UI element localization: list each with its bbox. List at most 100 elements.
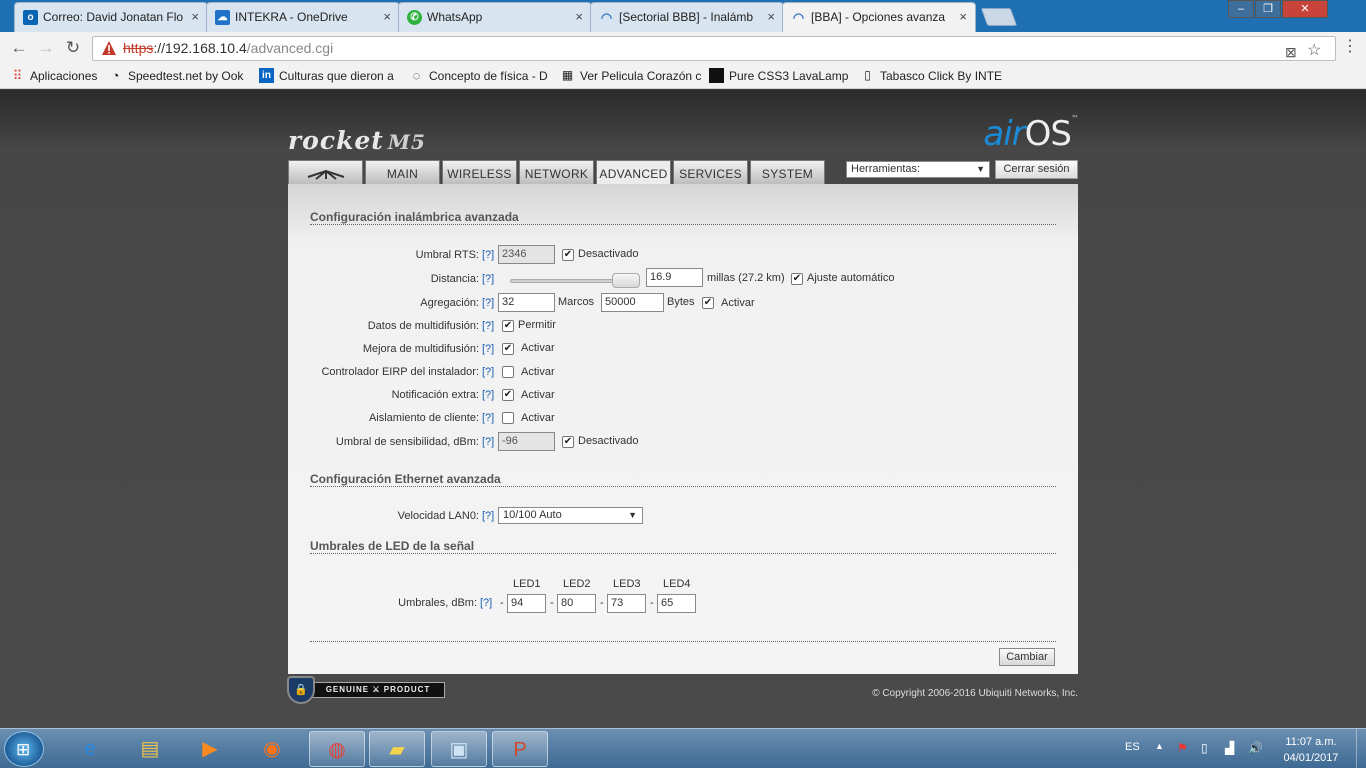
help-link[interactable]: [?]: [482, 436, 494, 448]
genuine-product-label: GENUINE ⚔ PRODUCT: [311, 682, 445, 698]
browser-tab-bba[interactable]: ◠ [BBA] - Opciones avanza ×: [782, 2, 976, 32]
bookmark-speedtest[interactable]: ◔ Speedtest.net by Ook: [108, 68, 244, 84]
tab-ubnt-logo[interactable]: [288, 160, 363, 184]
apply-button[interactable]: Cambiar: [999, 648, 1055, 666]
tab-label: WhatsApp: [427, 10, 483, 24]
close-icon[interactable]: ×: [383, 3, 391, 31]
tools-select[interactable]: Herramientas: ▼: [846, 161, 990, 178]
language-indicator[interactable]: ES: [1125, 741, 1140, 753]
help-link[interactable]: [?]: [482, 510, 494, 522]
star-icon[interactable]: ☆: [1307, 39, 1321, 62]
tab-system[interactable]: SYSTEM: [750, 160, 825, 184]
auto-adjust-checkbox[interactable]: ✔: [791, 273, 803, 285]
rts-disabled-checkbox[interactable]: ✔: [562, 249, 574, 261]
menu-icon[interactable]: ⋮: [1342, 37, 1358, 59]
help-link[interactable]: [?]: [482, 389, 494, 401]
sens-input[interactable]: -96: [498, 432, 555, 451]
ie-icon[interactable]: e: [62, 731, 118, 767]
warning-icon: [102, 41, 116, 55]
aggregation-bytes-input[interactable]: 50000: [601, 293, 664, 312]
browser-tab-whatsapp[interactable]: ✆ WhatsApp ×: [398, 2, 592, 32]
tab-network[interactable]: NETWORK: [519, 160, 594, 184]
app-header: rocket M5 airOS™: [288, 106, 1079, 160]
control-panel-icon[interactable]: ▣: [431, 731, 487, 767]
led1-header: LED1: [513, 578, 541, 590]
led3-input[interactable]: 73: [607, 594, 646, 613]
tab-services[interactable]: SERVICES: [673, 160, 748, 184]
close-icon[interactable]: ×: [959, 3, 967, 31]
action-center-icon[interactable]: ⚑: [1177, 741, 1188, 755]
forward-icon[interactable]: →: [35, 37, 57, 59]
help-link[interactable]: [?]: [482, 343, 494, 355]
system-clock[interactable]: 11:07 a.m. 04/01/2017: [1276, 734, 1346, 766]
tab-label: [BBA] - Opciones avanza: [811, 10, 946, 24]
eirp-value: Activar: [521, 366, 555, 378]
help-link[interactable]: [?]: [482, 412, 494, 424]
led2-input[interactable]: 80: [557, 594, 596, 613]
extra-notif-checkbox[interactable]: ✔: [502, 389, 514, 401]
browser-tab-outlook[interactable]: o Correo: David Jonatan Flo ×: [14, 2, 208, 32]
browser-tab-onedrive[interactable]: ☁ INTEKRA - OneDrive ×: [206, 2, 400, 32]
led4-input[interactable]: 65: [657, 594, 696, 613]
close-icon[interactable]: ×: [191, 3, 199, 31]
eirp-checkbox[interactable]: [502, 366, 514, 378]
rts-input[interactable]: 2346: [498, 245, 555, 264]
help-link[interactable]: [?]: [480, 597, 492, 609]
close-icon[interactable]: ×: [767, 3, 775, 31]
sticky-notes-icon[interactable]: ▰: [369, 731, 425, 767]
media-player-icon[interactable]: ▶: [182, 731, 238, 767]
file-explorer-icon[interactable]: ▤: [122, 731, 178, 767]
bookmark-lavalamp[interactable]: Pure CSS3 LavaLamp: [709, 68, 848, 84]
minimize-icon[interactable]: –: [1228, 0, 1254, 18]
maximize-icon[interactable]: ❐: [1255, 0, 1281, 18]
help-link[interactable]: [?]: [482, 320, 494, 332]
new-tab-button[interactable]: [980, 8, 1018, 26]
distance-unit: millas (27.2 km): [707, 272, 785, 284]
close-window-icon[interactable]: ✕: [1282, 0, 1328, 18]
dash: -: [650, 597, 654, 609]
bookmark-fisica[interactable]: ◌ Concepto de física - D: [409, 68, 548, 84]
back-icon[interactable]: ←: [8, 37, 30, 59]
distance-slider-handle[interactable]: [612, 273, 640, 288]
bookmark-apps[interactable]: ⠿ Aplicaciones: [10, 68, 98, 84]
start-button[interactable]: ⊞: [4, 731, 44, 767]
bookmark-tabasco[interactable]: ▯ Tabasco Click By INTE: [860, 68, 1002, 84]
tray-expand-icon[interactable]: ▲: [1155, 741, 1164, 751]
help-link[interactable]: [?]: [482, 273, 494, 285]
help-link[interactable]: [?]: [482, 297, 494, 309]
tab-wireless[interactable]: WIRELESS: [442, 160, 517, 184]
bookmark-linkedin[interactable]: in Culturas que dieron a: [259, 68, 394, 84]
sens-disabled-checkbox[interactable]: ✔: [562, 436, 574, 448]
show-desktop-button[interactable]: [1356, 729, 1366, 768]
volume-icon[interactable]: 🔊: [1248, 741, 1263, 755]
close-icon[interactable]: ×: [575, 3, 583, 31]
bookmark-pelicula[interactable]: ▦ Ver Pelicula Corazón c: [560, 68, 702, 84]
help-link[interactable]: [?]: [482, 366, 494, 378]
tab-label: [Sectorial BBB] - Inalámb: [619, 10, 754, 24]
aggregation-frames-input[interactable]: 32: [498, 293, 555, 312]
address-bar[interactable]: https://192.168.10.4/advanced.cgi ⊠ ☆: [92, 36, 1336, 61]
help-link[interactable]: [?]: [482, 249, 494, 261]
section-title-ethernet: Configuración Ethernet avanzada: [310, 472, 501, 486]
rts-disabled-label: Desactivado: [578, 248, 639, 260]
url-path: /advanced.cgi: [246, 40, 334, 56]
tab-advanced[interactable]: ADVANCED: [596, 160, 671, 184]
multicast-enh-checkbox[interactable]: ✔: [502, 343, 514, 355]
firefox-icon[interactable]: ◉: [244, 731, 300, 767]
multicast-data-checkbox[interactable]: ✔: [502, 320, 514, 332]
client-iso-checkbox[interactable]: [502, 412, 514, 424]
blocked-popup-icon[interactable]: ⊠: [1285, 41, 1297, 64]
chrome-icon[interactable]: ◍: [309, 731, 365, 767]
distance-input[interactable]: 16.9: [646, 268, 703, 287]
powerpoint-icon[interactable]: P: [492, 731, 548, 767]
bookmarks-bar: ⠿ Aplicaciones ◔ Speedtest.net by Ook in…: [0, 64, 1366, 89]
browser-tab-sectorial[interactable]: ◠ [Sectorial BBB] - Inalámb ×: [590, 2, 784, 32]
logout-button[interactable]: Cerrar sesión: [995, 160, 1078, 179]
network-icon[interactable]: ▟: [1225, 741, 1234, 755]
power-icon[interactable]: ▯: [1201, 741, 1208, 755]
aggregation-enable-checkbox[interactable]: ✔: [702, 297, 714, 309]
reload-icon[interactable]: ↻: [62, 37, 84, 59]
tab-main[interactable]: MAIN: [365, 160, 440, 184]
lan-speed-select[interactable]: 10/100 Auto ▼: [498, 507, 643, 524]
led1-input[interactable]: 94: [507, 594, 546, 613]
